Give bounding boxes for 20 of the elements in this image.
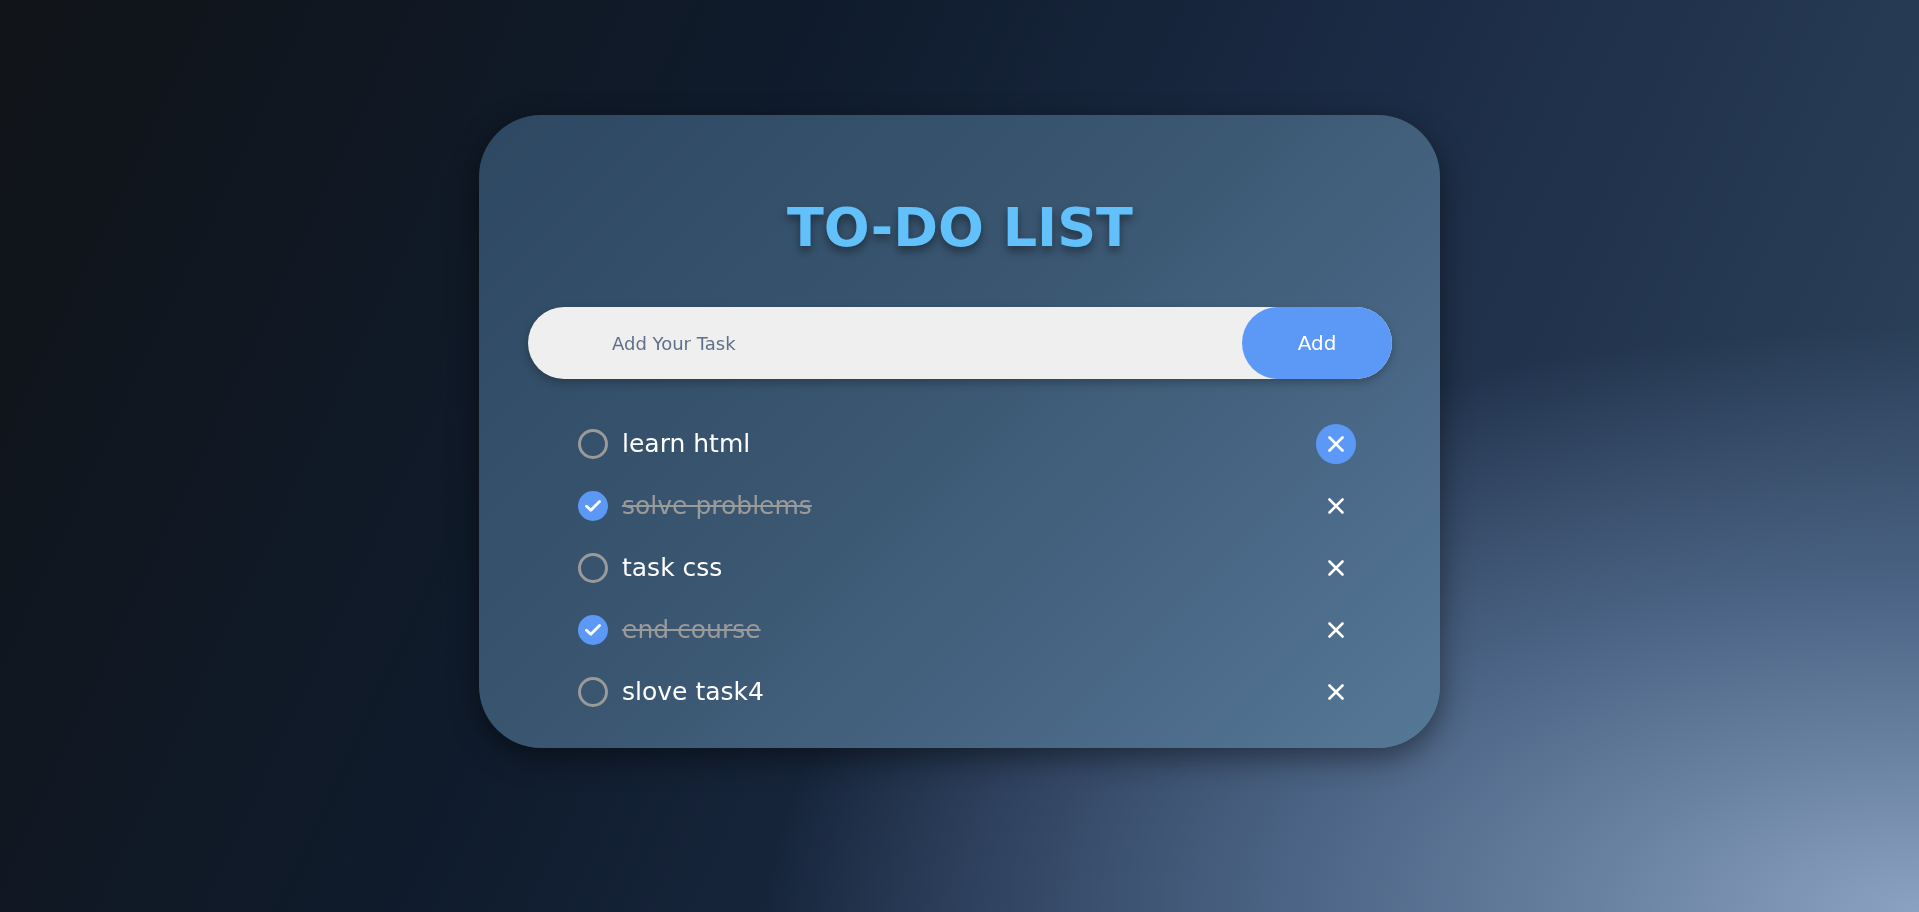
task-checkbox[interactable] (578, 615, 608, 645)
task-text: task css (622, 552, 723, 585)
close-icon (1328, 622, 1344, 638)
task-checkbox[interactable] (578, 677, 608, 707)
close-icon (1328, 436, 1344, 452)
close-icon (1328, 684, 1344, 700)
delete-button[interactable] (1316, 424, 1356, 464)
task-text: solve problems (622, 490, 812, 523)
task-checkbox[interactable] (578, 553, 608, 583)
close-icon (1328, 498, 1344, 514)
task-checkbox[interactable] (578, 491, 608, 521)
task-text: slove task4 (622, 676, 764, 709)
check-icon (585, 624, 601, 636)
close-icon (1328, 560, 1344, 576)
task-checkbox[interactable] (578, 429, 608, 459)
task-text: end course (622, 614, 761, 647)
add-button[interactable]: Add (1242, 307, 1392, 379)
check-icon (585, 500, 601, 512)
app-title: TO-DO LIST (786, 195, 1134, 261)
task-text: learn html (622, 428, 751, 461)
